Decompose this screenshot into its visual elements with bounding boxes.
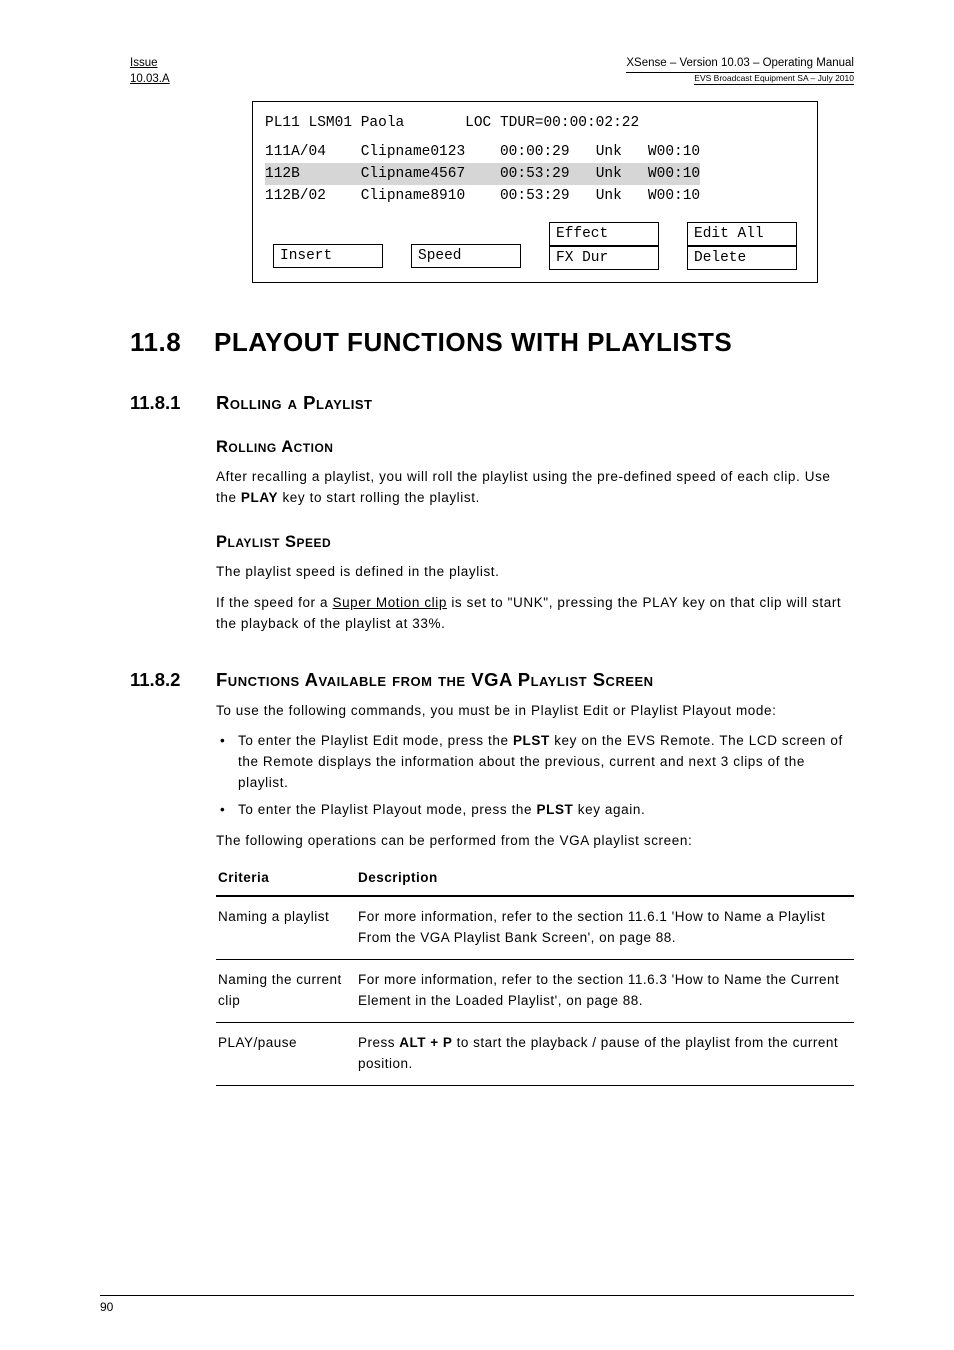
subsection-1-number: 11.8.1 [130,392,198,414]
page-number: 90 [100,1300,113,1314]
criteria-cell: PLAY/pause [216,1022,356,1085]
plst-key-1: PLST [513,733,550,748]
table-row: PLAY/pause Press ALT + P to start the pl… [216,1022,854,1085]
header-product: XSense – Version 10.03 – Operating Manua… [626,56,854,73]
lcd-btn-fx-dur[interactable]: FX Dur [549,246,659,270]
description-header: Description [356,862,854,896]
lcd-btn-c2-top-blank [411,222,521,244]
lcd-btn-speed[interactable]: Speed [411,244,521,268]
super-motion-clip-link: Super Motion clip [332,595,447,610]
page-footer: 90 [100,1295,854,1314]
subsection-1-heading: 11.8.1 Rolling a Playlist [130,392,854,414]
s2-bullet-list: To enter the Playlist Edit mode, press t… [216,731,854,821]
lcd-row-2: 112B/02 Clipname8910 00:53:29 Unk W00:10 [265,185,805,207]
description-cell: Press ALT + P to start the playback / pa… [356,1022,854,1085]
lcd-button-row: Insert Speed Effect FX Dur Edit All Dele… [265,222,805,270]
description-cell: For more information, refer to the secti… [356,896,854,959]
criteria-cell: Naming a playlist [216,896,356,959]
header-issue: Issue [130,56,170,72]
lcd-btn-effect[interactable]: Effect [549,222,659,246]
subsection-1-title: Rolling a Playlist [216,392,372,414]
lcd-btn-edit-all[interactable]: Edit All [687,222,797,246]
lcd-title-left: PL11 LSM01 Paola [265,115,404,131]
header-issue-no: 10.03.A [130,72,170,88]
criteria-table: Criteria Description Naming a playlist F… [216,862,854,1086]
table-row: Naming the current clip For more informa… [216,959,854,1022]
criteria-cell: Naming the current clip [216,959,356,1022]
section-heading: 11.8 PLAYOUT FUNCTIONS WITH PLAYLISTS [130,327,854,358]
section-number: 11.8 [130,327,192,358]
playlist-speed-p2: If the speed for a Super Motion clip is … [216,593,854,635]
subsection-2-number: 11.8.2 [130,669,198,691]
lcd-display: PL11 LSM01 Paola LOC TDUR=00:00:02:22 11… [252,101,818,283]
subsection-2-title: Functions Available from the VGA Playlis… [216,669,654,691]
lcd-row-0: 111A/04 Clipname0123 00:00:29 Unk W00:10 [265,141,805,163]
lcd-btn-insert[interactable]: Insert [273,244,383,268]
lcd-title-right: LOC TDUR=00:00:02:22 [465,115,639,131]
rolling-action-heading: Rolling Action [216,438,854,457]
playlist-speed-p1: The playlist speed is defined in the pla… [216,562,854,583]
s2-intro: To use the following commands, you must … [216,701,854,722]
page-header: Issue 10.03.A XSense – Version 10.03 – O… [130,56,854,89]
description-cell: For more information, refer to the secti… [356,959,854,1022]
s2-after: The following operations can be performe… [216,831,854,852]
section-title: PLAYOUT FUNCTIONS WITH PLAYLISTS [214,327,732,358]
s2-bullet-2: To enter the Playlist Playout mode, pres… [216,800,854,821]
subsection-2-heading: 11.8.2 Functions Available from the VGA … [130,669,854,691]
plst-key-2: PLST [537,802,574,817]
rolling-action-text: After recalling a playlist, you will rol… [216,467,854,509]
play-key: PLAY [241,490,278,505]
lcd-btn-delete[interactable]: Delete [687,246,797,270]
header-company: EVS Broadcast Equipment SA – July 2010 [694,73,854,85]
alt-p-key: ALT + P [399,1035,452,1050]
lcd-title-line: PL11 LSM01 Paola LOC TDUR=00:00:02:22 [265,112,805,134]
table-row: Naming a playlist For more information, … [216,896,854,959]
playlist-speed-heading: Playlist Speed [216,533,854,552]
s2-bullet-1: To enter the Playlist Edit mode, press t… [216,731,854,794]
lcd-row-1: 112B Clipname4567 00:53:29 Unk W00:10 [265,163,805,185]
criteria-header: Criteria [216,862,356,896]
lcd-btn-c1-top-blank [273,222,383,244]
